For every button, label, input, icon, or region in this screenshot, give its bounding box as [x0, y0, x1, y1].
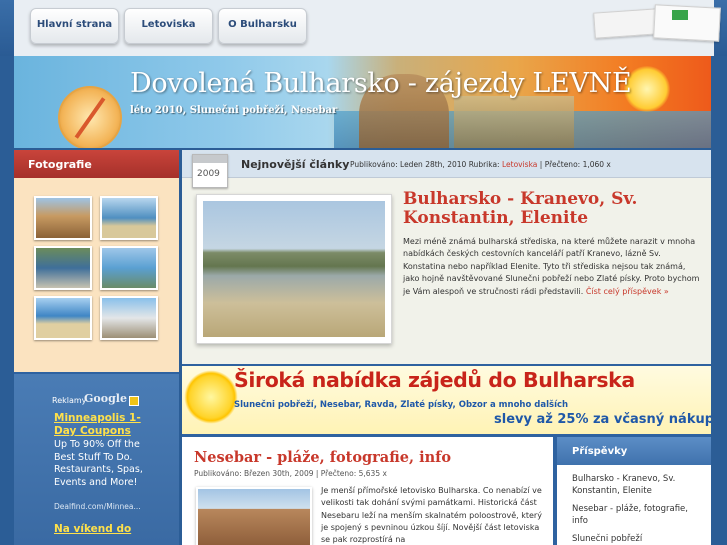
- ad-link-weekend[interactable]: Na víkend do: [54, 523, 144, 536]
- read-more-link[interactable]: Číst celý příspěvek »: [586, 287, 669, 296]
- photo-thumb[interactable]: [100, 296, 158, 340]
- left-sidebar: Fotografie Reklamy Google Minneapolis 1-…: [14, 150, 179, 545]
- tab-home[interactable]: Hlavní strana: [30, 8, 119, 44]
- ads-box: Reklamy Google Minneapolis 1-Day Coupons…: [14, 374, 179, 545]
- list-item[interactable]: Nesebar - pláže, fotografie, info: [572, 503, 702, 527]
- published-date: Publikováno: Leden 28th, 2010: [350, 160, 467, 169]
- site-subtitle: léto 2010, Slunečni pobřeží, Nesebar: [130, 105, 338, 116]
- featured-heading: Nejnovější články: [241, 158, 350, 171]
- promo-discount: slevy až 25% za včasný nákup: [494, 412, 711, 427]
- post-photo[interactable]: [196, 487, 312, 545]
- photos-heading: Fotografie: [14, 150, 179, 178]
- list-item[interactable]: Bulharsko - Kranevo, Sv. Konstantin, Ele…: [572, 473, 702, 497]
- category-label: Rubrika:: [468, 160, 500, 169]
- paper-notes-decoration: [593, 4, 724, 44]
- featured-text: Mezi méně známá bulharská střediska, na …: [403, 236, 703, 298]
- post-title[interactable]: Nesebar - pláže, fotografie, info: [194, 449, 451, 466]
- photo-thumb[interactable]: [34, 196, 92, 240]
- ad-link-minneapolis[interactable]: Minneapolis 1-Day Coupons: [54, 412, 144, 438]
- post-text: Je menší přímořské letovisko Bulharska. …: [321, 486, 542, 545]
- promo-banner[interactable]: Široká nabídka zájedů do Bulharska Slune…: [182, 366, 711, 434]
- list-item[interactable]: Slunečni pobřeží: [572, 533, 702, 545]
- header-banner: Dovolená Bulharsko - zájezdy LEVNĚ léto …: [14, 56, 711, 148]
- post-meta: Publikováno: Březen 30th, 2009 | Přečten…: [194, 469, 387, 478]
- ad-body: Up To 90% Off the Best Stuff To Do. Rest…: [54, 439, 143, 488]
- featured-meta: Publikováno: Leden 28th, 2010 Rubrika: L…: [350, 160, 611, 169]
- featured-header: Nejnovější články Publikováno: Leden 28t…: [182, 150, 711, 178]
- photo-thumb[interactable]: [34, 246, 92, 290]
- posts-heading: Příspěvky: [557, 437, 711, 465]
- compass-icon: [58, 86, 122, 148]
- featured-article: Nejnovější články Publikováno: Leden 28t…: [182, 150, 711, 364]
- category-link[interactable]: Letoviska: [502, 160, 537, 169]
- tab-about-bulgaria[interactable]: O Bulharsku: [218, 8, 307, 44]
- site-title[interactable]: Dovolená Bulharsko - zájezdy LEVNĚ: [130, 68, 632, 99]
- tab-resorts-label: Letoviska: [141, 19, 196, 30]
- calendar-year: 2009: [197, 169, 220, 179]
- photo-thumb[interactable]: [100, 196, 158, 240]
- featured-title[interactable]: Bulharsko - Kranevo, Sv. Konstantin, Ele…: [403, 190, 703, 228]
- sun-icon: [184, 370, 238, 424]
- promo-subline: Slunečni pobřeží, Nesebar, Ravda, Zlaté …: [234, 400, 569, 410]
- read-count: | Přečteno: 1,060 x: [539, 160, 611, 169]
- tab-about-label: O Bulharsku: [228, 19, 297, 30]
- ads-label: Reklamy: [52, 396, 87, 405]
- featured-photo[interactable]: [196, 194, 392, 344]
- photo-grid: [14, 178, 179, 372]
- photo-thumb[interactable]: [34, 296, 92, 340]
- ad-url[interactable]: Dealfind.com/Minnea...: [54, 502, 154, 511]
- posts-box: Příspěvky Bulharsko - Kranevo, Sv. Konst…: [557, 437, 711, 545]
- tab-home-label: Hlavní strana: [36, 19, 113, 30]
- post-nesebar: Nesebar - pláže, fotografie, info Publik…: [182, 437, 553, 545]
- main-content: Nejnovější články Publikováno: Leden 28t…: [182, 150, 711, 545]
- tab-resorts[interactable]: Letoviska: [124, 8, 213, 44]
- photo-thumb[interactable]: [100, 246, 158, 290]
- google-logo[interactable]: Google: [84, 392, 127, 405]
- calendar-icon: 2009: [192, 154, 228, 188]
- tape-icon: [672, 10, 688, 20]
- promo-headline: Široká nabídka zájedů do Bulharska: [234, 368, 635, 392]
- posts-list: Bulharsko - Kranevo, Sv. Konstantin, Ele…: [572, 473, 702, 545]
- ad-choices-icon[interactable]: [129, 396, 139, 406]
